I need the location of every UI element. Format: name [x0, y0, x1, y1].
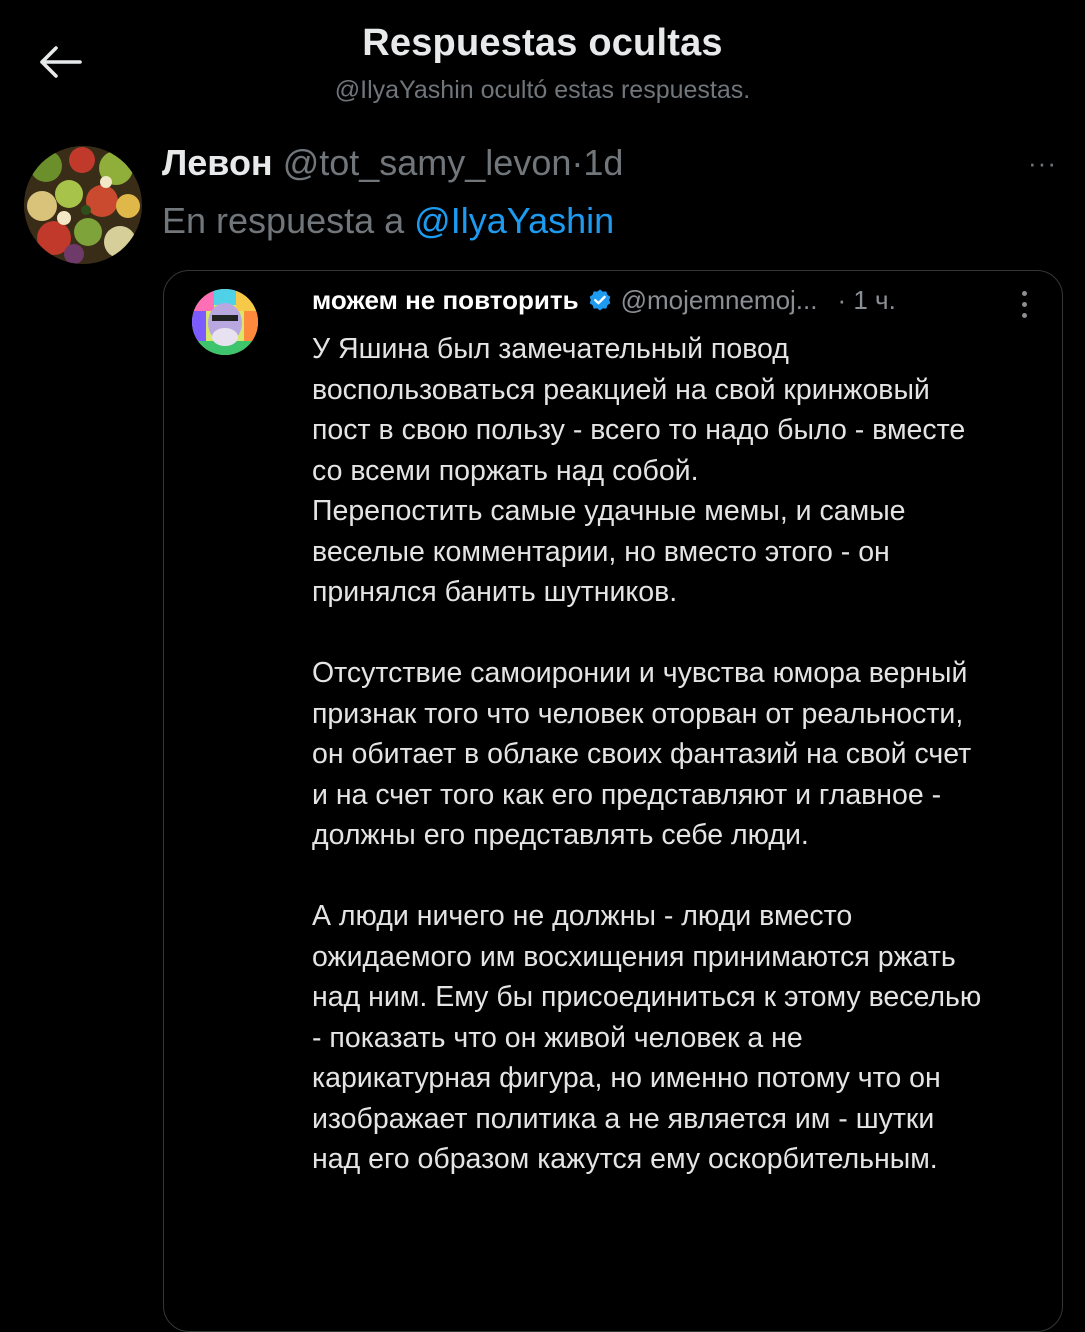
post-text-line: он обитает в облаке своих фантазий на св… [312, 738, 972, 770]
quoted-author-line: можем не повторить @mojemnemoj... · 1 ч. [312, 285, 896, 316]
post-text-line: принялся банить шутников. [312, 576, 678, 608]
post-text-line: Отсутствие самоиронии и чувства юмора ве… [312, 657, 968, 689]
post-text-line: и на счет того как его представляют и гл… [312, 778, 942, 811]
post-text-line: Перепостить самые удачные мемы, и самые [312, 495, 906, 527]
reply-mention-link[interactable]: @IlyaYashin [414, 200, 614, 241]
post-text-line: карикатурная фигура, но именно потому чт… [312, 1062, 941, 1094]
colorful-portrait-avatar-image [192, 289, 258, 355]
quoted-author-handle: @mojemnemoj... [620, 285, 818, 315]
post-text-line: должны его представлять себе люди. [312, 819, 809, 851]
verified-badge-icon [589, 289, 610, 310]
tweet-time[interactable]: 1d [583, 142, 623, 183]
post-text-line: признак того что человек оторван от реал… [312, 697, 964, 730]
more-horizontal-icon[interactable]: ··· [1028, 148, 1057, 179]
page-subtitle: @IlyaYashin ocultó estas respuestas. [334, 76, 751, 104]
quoted-avatar [192, 289, 258, 355]
reply-context: En respuesta a @IlyaYashin [162, 200, 614, 242]
post-text-line: пост в свою пользу - всего то надо было … [312, 414, 966, 446]
page-header: Respuestas ocultas @IlyaYashin ocultó es… [0, 0, 1085, 120]
quoted-author-name: можем не повторить [312, 285, 579, 315]
reply-prefix: En respuesta a [162, 200, 405, 241]
post-text-line: У Яшина был замечательный повод [312, 333, 789, 365]
salad-avatar-image [24, 146, 142, 264]
post-text-line: над его образом кажутся ему оскорбительн… [312, 1143, 938, 1175]
author-handle[interactable]: @tot_samy_levon [283, 142, 572, 183]
post-text-line: А люди ничего не должны - люди вместо [312, 900, 853, 932]
post-text-line: веселые комментарии, но вместо этого - о… [312, 535, 890, 568]
quoted-post-text: У Яшина был замечательный повод воспольз… [312, 329, 1047, 1180]
post-text-line: изображает политика а не является им - ш… [312, 1102, 935, 1135]
avatar[interactable] [24, 146, 142, 264]
post-text-line: над ним. Ему бы присоединиться к этому в… [312, 981, 982, 1013]
page-title: Respuestas ocultas [362, 22, 723, 64]
quoted-post-image[interactable]: можем не повторить @mojemnemoj... · 1 ч.… [163, 270, 1063, 1332]
quoted-time: · 1 ч. [837, 285, 896, 315]
author-name[interactable]: Левон [162, 142, 273, 183]
separator-dot: · [571, 142, 584, 183]
post-text-line: воспользоваться реакцией на свой кринжов… [312, 373, 930, 406]
post-text-line: - показать что он живой человек а не [312, 1021, 803, 1054]
post-text-line: со всеми поржать над собой. [312, 454, 699, 487]
tweet-author-line: Левон @tot_samy_levon·1d [162, 142, 623, 184]
post-text-line: ожидаемого им восхищения принимаются ржа… [312, 940, 956, 973]
more-vertical-icon [1020, 291, 1028, 323]
